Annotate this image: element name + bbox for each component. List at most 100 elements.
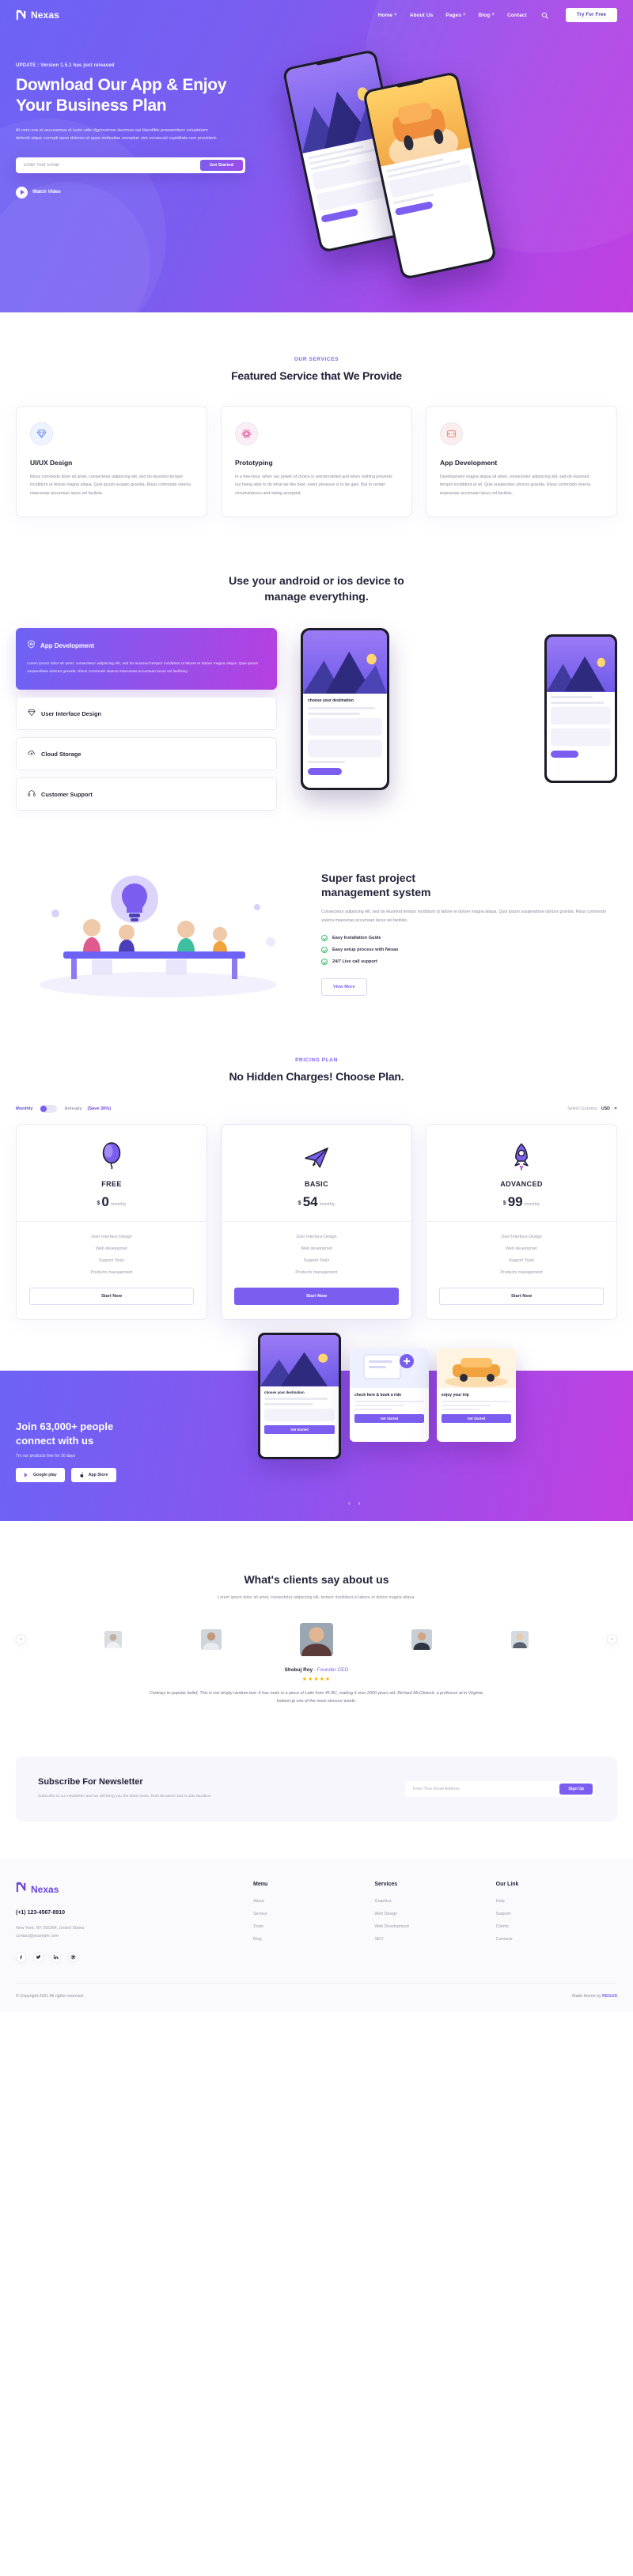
testimonial-avatar[interactable] [411,1628,433,1650]
app-store-button[interactable]: App Store [70,1468,116,1483]
accordion-item-customer-support[interactable]: Customer Support [16,777,277,811]
project-feature-label: 24/7 Live call support [332,959,377,965]
get-started-button[interactable]: Get Started [199,159,243,171]
carousel-prev-arrow[interactable]: ‹ [348,1500,351,1507]
testimonial-quote: Contrary to popular belief, This is not … [149,1690,484,1704]
billing-annually-label[interactable]: Annualy [64,1106,81,1111]
nav-link-blog[interactable]: Blog + [479,13,495,18]
footer-email: contact@example.com [16,1934,59,1939]
join-info-card: check here & book a ride Get Started [350,1348,429,1442]
facebook-icon[interactable] [16,1951,26,1962]
testimonial-author-role: - Founder CEO [313,1666,349,1673]
footer-link[interactable]: Service [253,1912,374,1916]
footer-link[interactable]: Help [496,1899,617,1904]
chevron-down-icon [614,1107,617,1110]
balloon-icon [29,1142,194,1172]
prototype-icon [235,422,258,445]
hero-content: UPDATE : Version 1.5.1 has just released… [0,30,633,281]
footer-link[interactable]: About [253,1899,374,1904]
plan-start-button[interactable]: Start Now [439,1287,604,1305]
footer-brand-name: Nexas [31,1883,59,1895]
accordion-item-app-development[interactable]: App Development Lorem ipsum dolor sit am… [16,628,277,690]
diamond-icon [28,706,36,721]
google-play-button[interactable]: Google play [16,1468,65,1483]
footer-link[interactable]: Web Design [374,1912,495,1916]
device-section-title: Use your android or ios device to manage… [16,573,617,605]
brand-logo[interactable]: Nexas [16,9,59,21]
project-feature-item: 24/7 Live call support [321,959,617,966]
pricing-card-free: FREE $ 0 /monthly User Interface Design … [16,1123,207,1320]
service-card[interactable]: App Development Development magna aliqua… [426,405,617,517]
twitter-icon[interactable] [33,1951,44,1962]
testimonial-prev-button[interactable]: ‹ [16,1634,27,1645]
plan-feature: Web developmet [506,1246,537,1251]
testimonial-author-name: Shobuj Roy [284,1666,313,1673]
service-description: Risus commodo dolor sit amet, consectetu… [30,474,191,496]
billing-monthly-label[interactable]: Monthly [16,1106,32,1111]
nav-link-home[interactable]: Home + [378,13,397,18]
hero-title: Download Our App & Enjoy Your Business P… [16,75,277,117]
made-by-name[interactable]: REGUS [602,1994,617,1999]
view-more-button[interactable]: View More [321,978,367,997]
footer-link[interactable]: SEO [374,1937,495,1942]
made-by-text: Made theme by REGUS [572,1994,617,1999]
pinterest-icon[interactable] [68,1951,78,1962]
plan-start-button[interactable]: Start Now [29,1287,194,1305]
rocket-icon [439,1142,604,1172]
plan-feature: Support Tools [508,1258,535,1263]
footer-link[interactable]: Team [253,1924,374,1929]
join-card-button[interactable]: Get Started [442,1413,511,1423]
footer-link[interactable]: Contacts [496,1937,617,1942]
join-card-button[interactable]: Get Started [354,1413,424,1423]
footer-logo[interactable]: Nexas [16,1882,253,1897]
hero-text-block: UPDATE : Version 1.5.1 has just released… [16,51,277,199]
features-accordion: App Development Lorem ipsum dolor sit am… [16,628,277,811]
accordion-item-cloud-storage[interactable]: Cloud Storage [16,737,277,771]
brand-name: Nexas [31,9,59,21]
footer-column-heading: Our Link [495,1881,519,1887]
search-icon[interactable] [541,12,548,19]
footer-link[interactable]: Web Development [374,1924,495,1929]
nav-link-pages[interactable]: Pages + [445,13,465,18]
footer-link[interactable]: Clients [496,1924,617,1929]
plan-start-button[interactable]: Start Now [234,1287,399,1305]
footer-link[interactable]: Support [496,1912,617,1916]
hero-section: Nexas Home + About Us Pages + Blog + Con… [0,0,633,312]
footer-column-heading: Menu [253,1881,268,1887]
testimonial-avatar[interactable] [104,1630,123,1648]
join-card-button[interactable]: Get Started [264,1424,335,1434]
carousel-next-arrow[interactable]: › [358,1500,361,1507]
newsletter-signup-button[interactable]: Sign Up [559,1783,593,1795]
testimonials-title: What's clients say about us [244,1572,389,1586]
nav-link-about[interactable]: About Us [410,13,434,18]
join-info-card: enjoy your trip Get Started [437,1348,516,1442]
testimonial-avatar[interactable] [200,1628,222,1650]
project-management-section: Super fast project management system Con… [0,811,633,1001]
try-for-free-button[interactable]: Try For Free [565,8,617,22]
plan-period: /monthly [524,1201,540,1207]
project-title: Super fast project management system [321,871,617,899]
newsletter-email-input[interactable] [405,1786,560,1791]
accordion-open-body: Lorem ipsum dolor sit amet, consectetur … [27,662,259,675]
linkedin-icon[interactable] [51,1951,61,1962]
plan-feature: Products management [90,1269,133,1275]
nav-link-contact[interactable]: Contact [507,13,527,18]
billing-period-toggle[interactable] [40,1104,58,1113]
footer-link[interactable]: Blog [253,1937,374,1942]
plan-amount: 0 [101,1193,109,1209]
join-text-block: Join 63,000+ people connect with us Try … [16,1371,253,1521]
footer-link[interactable]: Graphics [374,1899,495,1904]
currency-selector[interactable]: Select Currency USD [567,1106,617,1111]
service-card[interactable]: UI/UX Design Risus commodo dolor sit ame… [16,405,207,517]
join-card-1-title: choose your destination [264,1390,305,1394]
accordion-item-user-interface-design[interactable]: User Interface Design [16,697,277,731]
testimonial-avatar-active[interactable] [300,1622,333,1656]
service-card[interactable]: Prototyping In a free-hour, when our pow… [221,405,412,517]
watch-video-button[interactable]: Watch Video [16,186,277,199]
testimonial-avatar[interactable] [510,1630,529,1648]
hero-email-input[interactable] [16,162,200,168]
plan-period: /monthly [110,1201,127,1207]
apple-icon [80,1472,84,1477]
pricing-section: PRICING PLAN No Hidden Charges! Choose P… [0,1001,633,1320]
testimonial-next-button[interactable]: › [606,1634,617,1645]
